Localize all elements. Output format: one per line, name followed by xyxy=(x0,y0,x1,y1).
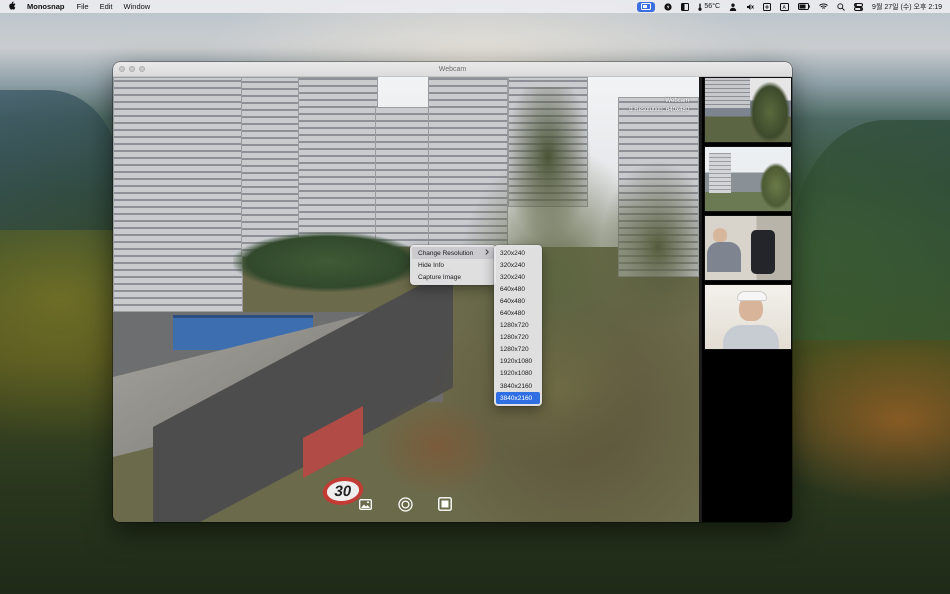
temperature-reading[interactable]: 56°C xyxy=(698,3,720,11)
control-center-icon[interactable] xyxy=(854,2,864,11)
resolution-option[interactable]: 1280x720 xyxy=(496,332,540,344)
webcam-status-icon[interactable] xyxy=(637,1,656,12)
overlay-resolution: d Resolution: 640x480 xyxy=(629,107,689,113)
window-title: Webcam xyxy=(438,65,467,73)
thumbnail-tree xyxy=(750,82,790,142)
wifi-icon[interactable] xyxy=(819,3,828,10)
apartment-building xyxy=(113,77,243,312)
person-cap xyxy=(737,291,767,301)
sidebar-toggle-icon[interactable] xyxy=(681,2,690,11)
camera-thumbnail-2[interactable] xyxy=(704,146,792,212)
overlay-camera-name: Webcam xyxy=(665,98,689,104)
menu-bar: Monosnap File Edit Window 56°C A 9월 27일 … xyxy=(0,0,950,13)
clock-datetime[interactable]: 9월 27일 (수) 오후 2:19 xyxy=(872,2,942,12)
speed-limit-text: 30 xyxy=(333,482,353,500)
menu-item-capture-image[interactable]: Capture Image xyxy=(412,271,494,283)
screenshot-icon[interactable] xyxy=(763,2,772,11)
resolution-option[interactable]: 320x240 xyxy=(496,271,540,283)
person-icon[interactable] xyxy=(729,3,737,11)
resolution-option[interactable]: 1280x720 xyxy=(496,344,540,356)
bolt-icon[interactable] xyxy=(664,2,673,11)
resolution-option[interactable]: 320x240 xyxy=(496,247,540,259)
thumbnail-buildings xyxy=(709,153,731,193)
app-menu-monosnap[interactable]: Monosnap xyxy=(27,2,65,11)
text-a-icon[interactable]: A xyxy=(780,2,790,11)
apple-menu-icon[interactable] xyxy=(8,1,17,12)
person-body xyxy=(707,242,741,272)
window-titlebar[interactable]: Webcam xyxy=(113,62,792,77)
resolution-option[interactable]: 1280x720 xyxy=(496,320,540,332)
resolution-option[interactable]: 1920x1080 xyxy=(496,356,540,368)
status-area: 56°C A 9월 27일 (수) 오후 2:19 xyxy=(637,1,942,12)
main-camera-feed[interactable]: 30 Webcam d Resolution: 640x480 xyxy=(113,77,699,522)
resolution-option[interactable]: 640x480 xyxy=(496,307,540,319)
person-shirt xyxy=(723,325,779,349)
webcam-window[interactable]: Webcam 30 Webcam d Resolution: 640x480 xyxy=(113,62,792,522)
menu-item-label: Change Resolution xyxy=(418,249,474,257)
menu-item-label: Hide Info xyxy=(418,261,445,269)
battery-icon[interactable] xyxy=(798,3,810,10)
photo-icon[interactable] xyxy=(357,496,373,512)
camera-thumbnail-1[interactable] xyxy=(704,77,792,143)
resolution-submenu: 320x240 320x240 320x240 640x480 640x480 … xyxy=(494,245,542,407)
resolution-option[interactable]: 3840x2160 xyxy=(496,380,540,392)
resolution-option[interactable]: 320x240 xyxy=(496,259,540,271)
camera-thumbnail-3[interactable] xyxy=(704,215,792,281)
menu-file[interactable]: File xyxy=(77,2,89,11)
resolution-option[interactable]: 640x480 xyxy=(496,295,540,307)
menu-item-hide-info[interactable]: Hide Info xyxy=(412,259,494,271)
apartment-building xyxy=(241,77,306,257)
mute-icon[interactable] xyxy=(746,3,754,11)
camera-thumbnails xyxy=(702,77,792,522)
menu-item-change-resolution[interactable]: Change Resolution xyxy=(412,247,494,259)
menu-item-label: Capture Image xyxy=(418,273,461,281)
temperature-text: 56°C xyxy=(704,3,721,10)
chevron-right-icon xyxy=(485,249,489,257)
record-icon[interactable] xyxy=(397,496,413,512)
thumbnail-buildings xyxy=(705,78,750,108)
menu-window[interactable]: Window xyxy=(124,2,151,11)
office-chair xyxy=(751,230,775,274)
feed-info-overlay: Webcam d Resolution: 640x480 xyxy=(629,97,689,115)
person-at-desk xyxy=(713,228,727,242)
resolution-option[interactable]: 1920x1080 xyxy=(496,368,540,380)
thumbnail-tree xyxy=(760,163,791,209)
stop-icon[interactable] xyxy=(437,496,453,512)
resolution-option[interactable]: 640x480 xyxy=(496,283,540,295)
menu-edit[interactable]: Edit xyxy=(100,2,113,11)
resolution-option-selected[interactable]: 3840x2160 xyxy=(496,392,540,405)
camera-thumbnail-4[interactable] xyxy=(704,284,792,350)
context-menu: Change Resolution Hide Info Capture Imag… xyxy=(410,245,496,285)
search-icon[interactable] xyxy=(837,2,845,11)
capture-controls xyxy=(357,496,453,512)
